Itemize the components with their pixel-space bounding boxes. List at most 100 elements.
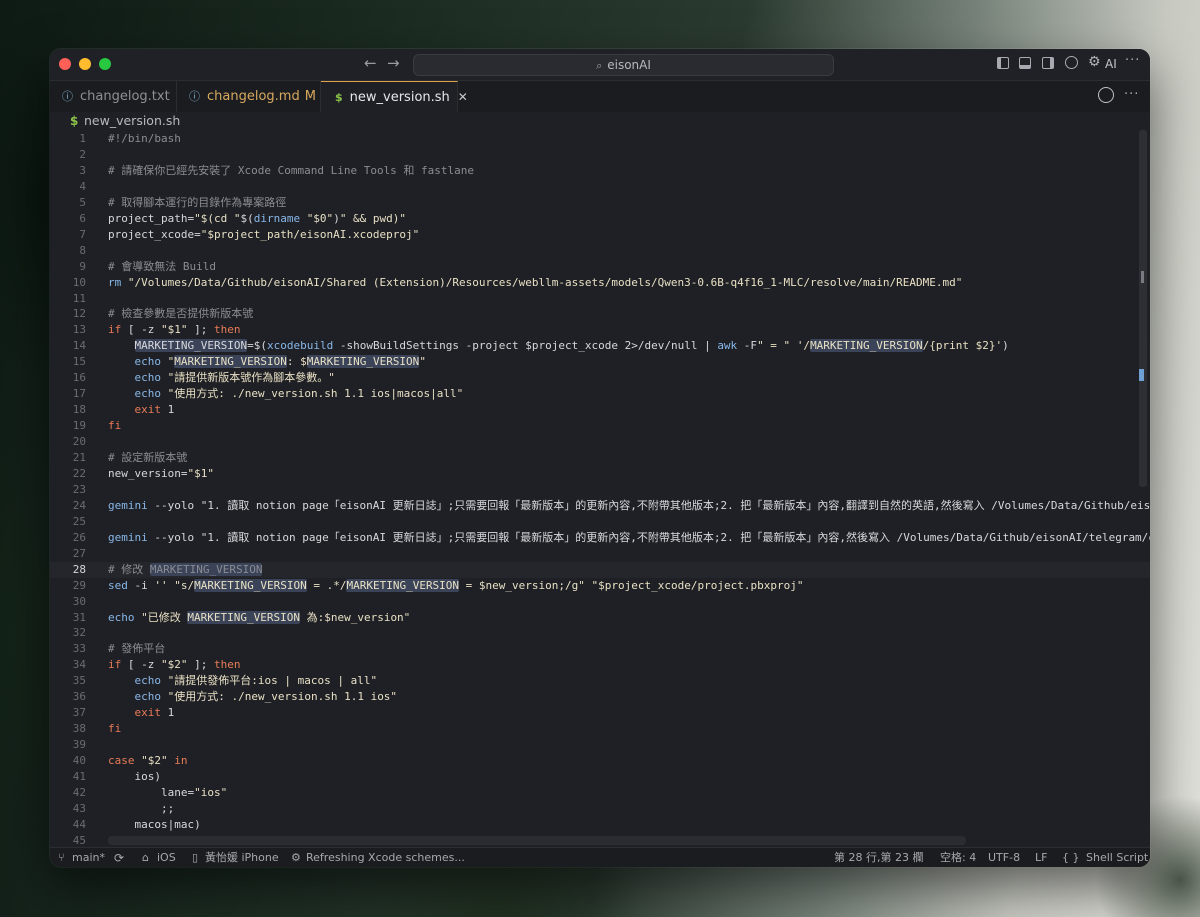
- git-branch[interactable]: main*: [72, 848, 105, 867]
- code-line[interactable]: 27: [50, 546, 1150, 562]
- code-line[interactable]: 14 MARKETING_VERSION=$(xcodebuild -showB…: [50, 338, 1150, 354]
- task-status: Refreshing Xcode schemes...: [306, 851, 465, 864]
- maximize-window-button[interactable]: [99, 58, 111, 70]
- tab-changelog-txt[interactable]: ⓘ changelog.txt: [50, 81, 177, 112]
- code-line[interactable]: 12 # 檢查參數是否提供新版本號: [50, 306, 1150, 322]
- code-line[interactable]: 3 # 請確保你已經先安裝了 Xcode Command Line Tools 和…: [50, 163, 1150, 179]
- command-center-search[interactable]: ⌕ eisonAI: [413, 54, 834, 76]
- code-line[interactable]: 5 # 取得腳本運行的目錄作為專案路徑: [50, 195, 1150, 211]
- line-number: 10: [72, 275, 86, 289]
- more-icon[interactable]: ···: [1124, 87, 1139, 102]
- code-line[interactable]: 8: [50, 243, 1150, 259]
- code-line[interactable]: 43 ;;: [50, 801, 1150, 817]
- code-line[interactable]: 21 # 設定新版本號: [50, 450, 1150, 466]
- line-text: if [ -z "$1" ]; then: [108, 323, 241, 337]
- code-line[interactable]: 16 echo "請提供新版本號作為腳本參數。": [50, 370, 1150, 386]
- line-text: project_path="$(cd "$(dirname "$0")" && …: [108, 211, 407, 225]
- chatgpt-icon[interactable]: [1098, 87, 1114, 103]
- end-of-line[interactable]: LF: [1035, 848, 1047, 867]
- cursor-position[interactable]: 第 28 行,第 23 欄: [834, 848, 923, 867]
- code-editor[interactable]: 1 #!/bin/bash 2 3 # 請確保你已經先安裝了 Xcode Command…: [50, 130, 1150, 847]
- account-icon[interactable]: [1065, 56, 1078, 69]
- code-line[interactable]: 15 echo "MARKETING_VERSION: $MARKETING_V…: [50, 354, 1150, 370]
- indentation[interactable]: 空格: 4: [940, 848, 976, 867]
- code-line[interactable]: 24 gemini --yolo "1. 讀取 notion page「eison…: [50, 498, 1150, 514]
- code-line[interactable]: 7 project_xcode="$project_path/eisonAI.xc…: [50, 227, 1150, 243]
- code-line[interactable]: 37 exit 1: [50, 705, 1150, 721]
- code-line[interactable]: 26 gemini --yolo "1. 讀取 notion page「eison…: [50, 530, 1150, 546]
- code-line[interactable]: 42 lane="ios": [50, 785, 1150, 801]
- line-text: MARKETING_VERSION=$(xcodebuild -showBuil…: [134, 339, 1009, 353]
- tab-changelog-md[interactable]: ⓘ changelog.md M: [177, 81, 321, 112]
- code-line[interactable]: 2: [50, 147, 1150, 163]
- panel-bottom-icon[interactable]: [1019, 57, 1031, 69]
- platform-label[interactable]: iOS: [157, 848, 176, 867]
- device-label[interactable]: 黃怡媛 iPhone: [205, 848, 279, 867]
- brace-indicator[interactable]: { }: [1062, 848, 1080, 867]
- line-text: echo "使用方式: ./new_version.sh 1.1 ios": [134, 690, 398, 704]
- code-line[interactable]: 10 rm "/Volumes/Data/Github/eisonAI/Share…: [50, 275, 1150, 291]
- code-line[interactable]: 34 if [ -z "$2" ]; then: [50, 657, 1150, 673]
- line-text: echo "請提供發佈平台:ios | macos | all": [134, 674, 378, 688]
- tab-new-version-sh[interactable]: $ new_version.sh ✕: [321, 81, 468, 112]
- code-line[interactable]: 18 exit 1: [50, 402, 1150, 418]
- line-number: 1: [79, 132, 86, 145]
- code-line[interactable]: 38 fi: [50, 721, 1150, 737]
- code-line[interactable]: 11: [50, 291, 1150, 307]
- code-line[interactable]: 28 # 修改 MARKETING_VERSION: [50, 561, 1150, 578]
- status-bar: ⑂ main* ⟳ ⌂ iOS ▯ 黃怡媛 iPhone ⚙ Refreshin…: [50, 847, 1150, 867]
- code-line[interactable]: 31 echo "已修改 MARKETING_VERSION 為:$new_ver…: [50, 610, 1150, 626]
- line-number: 32: [72, 626, 86, 640]
- back-arrow-icon[interactable]: ←: [364, 54, 377, 72]
- line-text: lane="ios": [108, 785, 228, 799]
- code-line[interactable]: 32: [50, 625, 1150, 641]
- code-line[interactable]: 20: [50, 434, 1150, 450]
- code-line[interactable]: 25: [50, 514, 1150, 530]
- more-icon[interactable]: ···: [1125, 53, 1140, 68]
- code-line[interactable]: 1 #!/bin/bash: [50, 131, 1150, 147]
- code-line[interactable]: 19 fi: [50, 418, 1150, 434]
- code-line[interactable]: 36 echo "使用方式: ./new_version.sh 1.1 ios": [50, 689, 1150, 705]
- line-number: 20: [72, 435, 86, 449]
- code-line[interactable]: 22 new_version="$1": [50, 466, 1150, 482]
- code-line[interactable]: 30: [50, 594, 1150, 610]
- code-line[interactable]: 39: [50, 737, 1150, 753]
- line-text: case "$2" in: [108, 754, 188, 768]
- code-line[interactable]: 13 if [ -z "$1" ]; then: [50, 322, 1150, 338]
- breadcrumb-file[interactable]: new_version.sh: [84, 112, 180, 130]
- code-line[interactable]: 33 # 發佈平台: [50, 641, 1150, 657]
- line-number: 17: [72, 387, 86, 401]
- gear-icon[interactable]: ⚙: [1088, 54, 1101, 70]
- language-mode[interactable]: Shell Script: [1086, 848, 1148, 867]
- horizontal-scrollbar[interactable]: [108, 836, 966, 845]
- code-line[interactable]: 44 macos|mac): [50, 817, 1150, 833]
- line-text: echo "使用方式: ./new_version.sh 1.1 ios|mac…: [134, 387, 464, 401]
- sidebar-left-icon[interactable]: [997, 57, 1009, 69]
- line-number: 8: [79, 243, 86, 257]
- encoding[interactable]: UTF-8: [988, 848, 1020, 867]
- code-line[interactable]: 41 ios): [50, 769, 1150, 785]
- code-line[interactable]: 4: [50, 179, 1150, 195]
- code-line[interactable]: 17 echo "使用方式: ./new_version.sh 1.1 ios|…: [50, 386, 1150, 402]
- close-icon[interactable]: ✕: [458, 90, 468, 104]
- sync-icon[interactable]: ⟳: [114, 848, 124, 867]
- code-line[interactable]: 9 # 會導致無法 Build: [50, 259, 1150, 275]
- line-text: echo "請提供新版本號作為腳本參數。": [134, 371, 335, 385]
- title-bar: ← → ⌕ eisonAI ⚙ AI ···: [50, 49, 1150, 81]
- line-text: new_version="$1": [108, 466, 214, 480]
- vertical-scrollbar[interactable]: [1139, 130, 1147, 487]
- code-line[interactable]: 40 case "$2" in: [50, 753, 1150, 769]
- minimize-window-button[interactable]: [79, 58, 91, 70]
- line-text: ;;: [108, 801, 175, 815]
- info-icon: ⓘ: [189, 90, 200, 103]
- code-line[interactable]: 29 sed -i '' "s/MARKETING_VERSION = .*/MA…: [50, 578, 1150, 594]
- line-number: 34: [72, 658, 86, 672]
- dollar-icon: $: [70, 114, 79, 128]
- close-window-button[interactable]: [59, 58, 71, 70]
- code-line[interactable]: 6 project_path="$(cd "$(dirname "$0")" &&…: [50, 211, 1150, 227]
- code-line[interactable]: 23: [50, 482, 1150, 498]
- forward-arrow-icon[interactable]: →: [387, 54, 400, 72]
- sidebar-right-icon[interactable]: [1042, 57, 1054, 69]
- ai-label[interactable]: AI: [1105, 57, 1117, 71]
- code-line[interactable]: 35 echo "請提供發佈平台:ios | macos | all": [50, 673, 1150, 689]
